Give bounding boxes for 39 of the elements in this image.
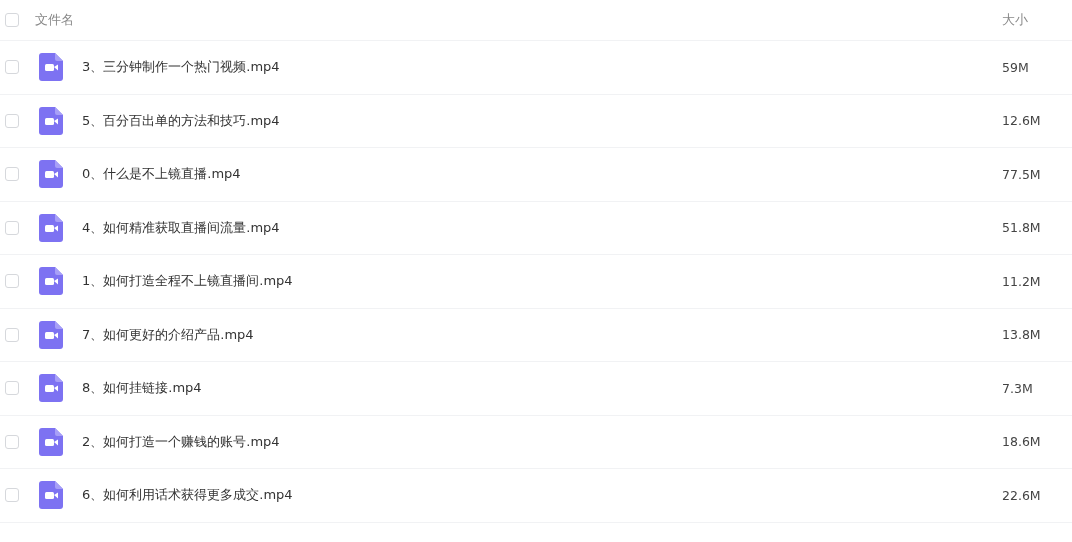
file-size: 59M xyxy=(1002,59,1030,75)
checkbox[interactable] xyxy=(5,167,19,182)
video-file-icon xyxy=(39,427,63,456)
file-name[interactable]: 2、如何打造一个赚钱的账号.mp4 xyxy=(82,432,280,451)
checkbox[interactable] xyxy=(5,327,19,342)
checkbox[interactable] xyxy=(5,113,19,128)
checkbox[interactable] xyxy=(5,13,19,27)
checkbox[interactable] xyxy=(5,220,19,235)
video-file-icon xyxy=(39,53,63,82)
video-file-icon xyxy=(39,106,63,135)
file-size: 7.3M xyxy=(1002,380,1034,396)
file-name[interactable]: 8、如何挂链接.mp4 xyxy=(82,379,202,398)
file-size: 13.8M xyxy=(1002,327,1042,343)
file-name[interactable]: 1、如何打造全程不上镜直播间.mp4 xyxy=(82,272,293,291)
file-name[interactable]: 3、三分钟制作一个热门视频.mp4 xyxy=(82,58,280,77)
video-file-icon xyxy=(39,267,63,296)
video-file-icon xyxy=(39,160,63,189)
file-size: 18.6M xyxy=(1002,434,1042,450)
checkbox[interactable] xyxy=(5,274,19,289)
file-name[interactable]: 6、如何利用话术获得更多成交.mp4 xyxy=(82,486,293,505)
file-name[interactable]: 4、如何精准获取直播间流量.mp4 xyxy=(82,218,280,237)
video-file-icon xyxy=(39,213,63,242)
checkbox[interactable] xyxy=(5,488,19,503)
checkbox[interactable] xyxy=(5,60,19,75)
file-size: 51.8M xyxy=(1002,220,1042,236)
column-header[interactable]: 大小 xyxy=(1002,11,1072,29)
video-file-icon xyxy=(39,481,63,510)
file-size: 77.5M xyxy=(1002,166,1042,182)
file-size: 12.6M xyxy=(1002,113,1042,129)
checkbox[interactable] xyxy=(5,381,19,396)
video-file-icon xyxy=(39,320,63,349)
file-name[interactable]: 7、如何更好的介绍产品.mp4 xyxy=(82,325,254,344)
file-size: 11.2M xyxy=(1002,273,1042,289)
file-name[interactable]: 5、百分百出单的方法和技巧.mp4 xyxy=(82,111,280,130)
file-size: 22.6M xyxy=(1002,487,1042,503)
file-name[interactable]: 0、什么是不上镜直播.mp4 xyxy=(82,165,241,184)
checkbox[interactable] xyxy=(5,434,19,449)
column-header[interactable]: 文件名 xyxy=(35,11,74,29)
video-file-icon xyxy=(39,374,63,403)
